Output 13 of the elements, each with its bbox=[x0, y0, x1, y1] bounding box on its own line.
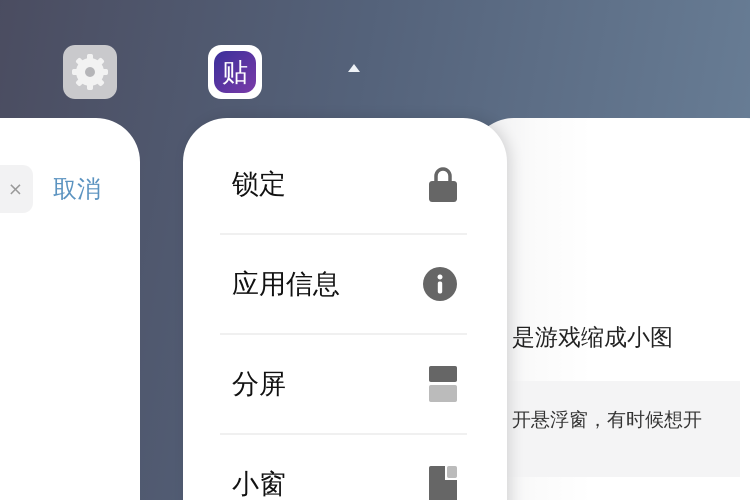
menu-item[interactable]: 锁定 bbox=[220, 135, 467, 233]
split-screen-icon bbox=[429, 366, 457, 402]
post-title: 是游戏缩成小图 bbox=[512, 324, 674, 353]
info-icon bbox=[423, 267, 457, 301]
menu-item[interactable]: 小窗 bbox=[220, 435, 467, 500]
quote-text: 开悬浮窗，有时候想开 bbox=[512, 409, 702, 431]
menu-item[interactable]: 应用信息 bbox=[220, 235, 467, 333]
caret-icon[interactable] bbox=[348, 64, 360, 72]
menu-item[interactable]: 分屏 bbox=[220, 335, 467, 433]
lock-icon bbox=[429, 166, 457, 202]
settings-icon[interactable] bbox=[63, 45, 117, 99]
app-icon[interactable]: 贴 bbox=[208, 45, 262, 99]
small-window-icon bbox=[429, 466, 457, 500]
